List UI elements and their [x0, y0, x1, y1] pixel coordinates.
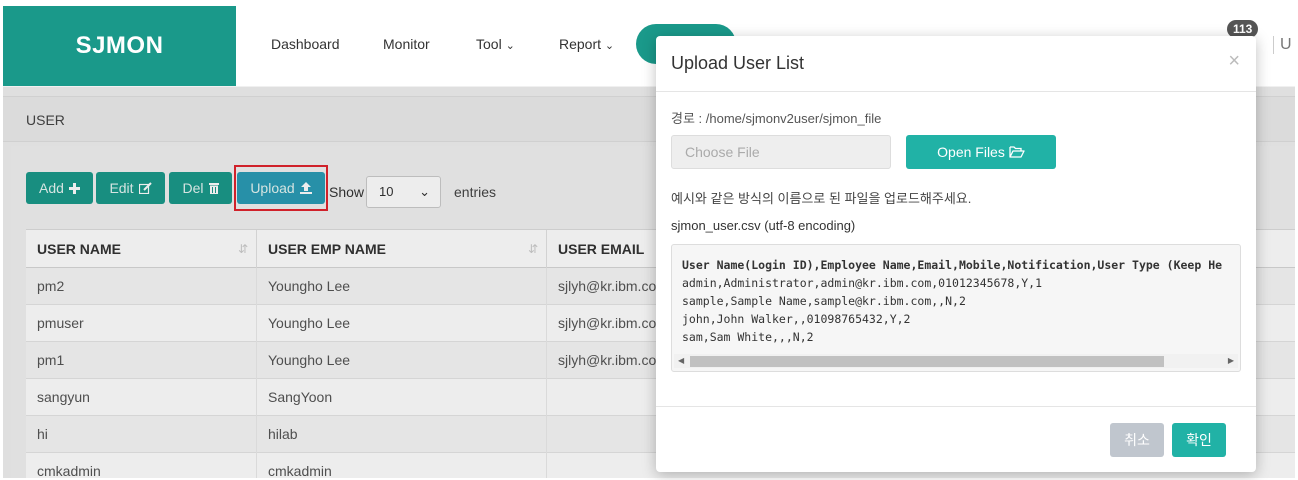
scroll-left-icon[interactable]: ◀ [678, 354, 684, 368]
chevron-down-icon: ⌄ [505, 40, 515, 52]
nav-report[interactable]: Report ⌄ [559, 36, 614, 52]
modal-footer: 취소 확인 [656, 406, 1256, 472]
csv-line: sample,Sample Name,sample@kr.ibm.com,,N,… [682, 294, 966, 308]
horizontal-scrollbar[interactable]: ◀ ▶ [674, 354, 1238, 368]
scroll-right-icon[interactable]: ▶ [1228, 354, 1234, 368]
upload-path: 경로 : /home/sjmonv2user/sjmon_file [671, 111, 882, 126]
upload-user-list-modal: Upload User List × 경로 : /home/sjmonv2use… [656, 36, 1256, 472]
file-path-input[interactable]: Choose File [671, 135, 891, 169]
csv-line: User Name(Login ID),Employee Name,Email,… [682, 258, 1223, 272]
user-menu[interactable]: U [1273, 36, 1292, 54]
open-files-label: Open Files [937, 144, 1005, 160]
modal-header: Upload User List × [656, 36, 1256, 92]
nav-report-label: Report [559, 36, 602, 52]
brand-logo[interactable]: SJMON [3, 6, 236, 86]
nav-tool[interactable]: Tool ⌄ [476, 36, 515, 52]
csv-line: john,John Walker,,01098765432,Y,2 [682, 312, 911, 326]
nav-dashboard[interactable]: Dashboard [271, 36, 340, 52]
cancel-button[interactable]: 취소 [1110, 423, 1164, 457]
csv-example-box[interactable]: User Name(Login ID),Employee Name,Email,… [671, 244, 1241, 372]
nav-monitor[interactable]: Monitor [383, 36, 430, 52]
nav-tool-label: Tool [476, 36, 502, 52]
chevron-down-icon: ⌄ [604, 40, 615, 52]
csv-example-title: sjmon_user.csv (utf-8 encoding) [671, 218, 856, 233]
csv-line: admin,Administrator,admin@kr.ibm.com,010… [682, 276, 1043, 290]
confirm-button[interactable]: 확인 [1172, 423, 1226, 457]
modal-title: Upload User List [671, 53, 805, 73]
scrollbar-thumb[interactable] [690, 356, 1164, 367]
upload-notice: 예시와 같은 방식의 이름으로 된 파일을 업로드해주세요. [671, 191, 972, 206]
close-icon[interactable]: × [1228, 50, 1240, 73]
csv-line: sam,Sam White,,,N,2 [682, 330, 814, 344]
folder-open-icon [1009, 146, 1025, 158]
open-files-button[interactable]: Open Files [906, 135, 1056, 169]
